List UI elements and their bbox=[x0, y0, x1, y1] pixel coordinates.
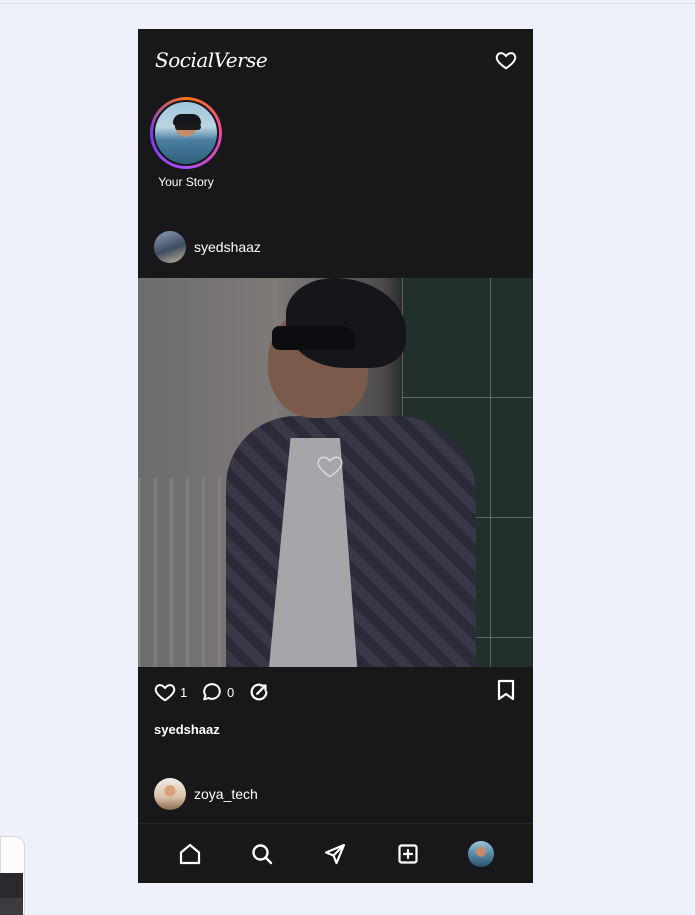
post-image[interactable] bbox=[138, 278, 533, 667]
share-button[interactable] bbox=[248, 681, 270, 703]
heart-icon[interactable] bbox=[316, 452, 344, 480]
story-your-story[interactable]: Your Story bbox=[150, 97, 222, 189]
like-button[interactable]: 1 bbox=[154, 681, 187, 703]
photo-person-hair bbox=[286, 278, 406, 368]
avatar bbox=[154, 778, 186, 810]
comment-icon bbox=[203, 683, 221, 701]
search-icon[interactable] bbox=[250, 842, 274, 866]
heart-icon[interactable] bbox=[495, 49, 517, 71]
bookmark-icon[interactable] bbox=[496, 679, 516, 701]
comment-count: 0 bbox=[227, 684, 235, 700]
bottom-nav bbox=[138, 823, 533, 883]
caption-username[interactable]: syedshaaz bbox=[154, 722, 220, 737]
add-post-icon[interactable] bbox=[396, 842, 420, 866]
story-avatar bbox=[153, 100, 219, 166]
post-actions: 1 0 bbox=[138, 667, 533, 717]
post-username: syedshaaz bbox=[194, 239, 261, 255]
story-label: Your Story bbox=[158, 175, 214, 189]
post-author[interactable]: syedshaaz bbox=[154, 231, 261, 263]
app-logo: SocialVerse bbox=[155, 48, 268, 72]
app-container: SocialVerse Your Story syedshaaz 1 0 sye… bbox=[138, 29, 533, 883]
taskbar-fragment-lower bbox=[0, 898, 23, 915]
send-icon[interactable] bbox=[323, 842, 347, 866]
like-count: 1 bbox=[180, 684, 188, 700]
app-header: SocialVerse bbox=[138, 29, 533, 93]
photo-person-glasses bbox=[272, 326, 356, 350]
avatar bbox=[154, 231, 186, 263]
home-icon[interactable] bbox=[178, 842, 202, 866]
browser-top-divider bbox=[0, 3, 695, 4]
profile-avatar[interactable] bbox=[468, 841, 494, 867]
post-username: zoya_tech bbox=[194, 786, 258, 802]
comment-button[interactable]: 0 bbox=[201, 681, 234, 703]
share-icon bbox=[250, 683, 268, 701]
heart-icon bbox=[154, 684, 176, 702]
post-author[interactable]: zoya_tech bbox=[154, 778, 258, 810]
story-ring bbox=[150, 97, 222, 169]
